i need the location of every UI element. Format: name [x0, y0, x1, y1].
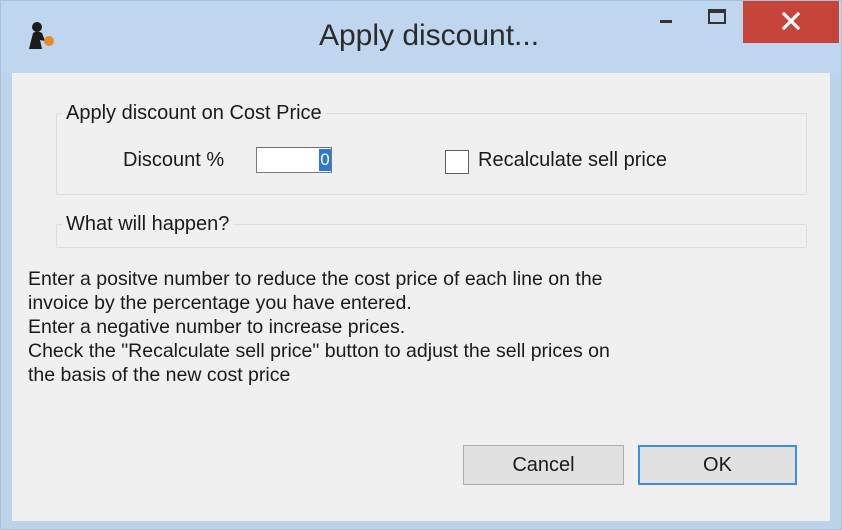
description-line: Enter a positve number to reduce the cos…	[28, 268, 603, 290]
close-button[interactable]	[743, 1, 839, 43]
maximize-icon	[708, 9, 726, 24]
info-group-legend: What will happen?	[62, 213, 234, 236]
title-bar[interactable]: Apply discount...	[1, 1, 841, 73]
description-line: invoice by the percentage you have enter…	[28, 292, 412, 314]
description-line: Enter a negative number to increase pric…	[28, 316, 406, 338]
close-icon	[781, 11, 801, 31]
discount-label: Discount %	[123, 149, 225, 171]
dialog-body: Apply discount on Cost Price Discount % …	[12, 73, 830, 521]
description-line: Check the "Recalculate sell price" butto…	[28, 340, 610, 362]
description-line: the basis of the new cost price	[28, 364, 291, 386]
cancel-button[interactable]: Cancel	[463, 445, 624, 485]
minimize-button[interactable]	[641, 1, 691, 41]
maximize-button[interactable]	[691, 1, 743, 41]
discount-value: 0	[319, 149, 331, 171]
ok-button[interactable]: OK	[638, 445, 797, 485]
recalculate-sell-price-label[interactable]: Recalculate sell price	[478, 149, 667, 172]
minimize-icon	[660, 20, 672, 23]
discount-input[interactable]: 0	[256, 147, 332, 173]
apply-discount-dialog: Apply discount... Apply discount on Cost…	[0, 0, 842, 530]
description-text: Enter a positve number to reduce the cos…	[28, 267, 818, 387]
recalculate-sell-price-checkbox[interactable]	[445, 150, 469, 174]
discount-group-legend: Apply discount on Cost Price	[62, 102, 326, 125]
